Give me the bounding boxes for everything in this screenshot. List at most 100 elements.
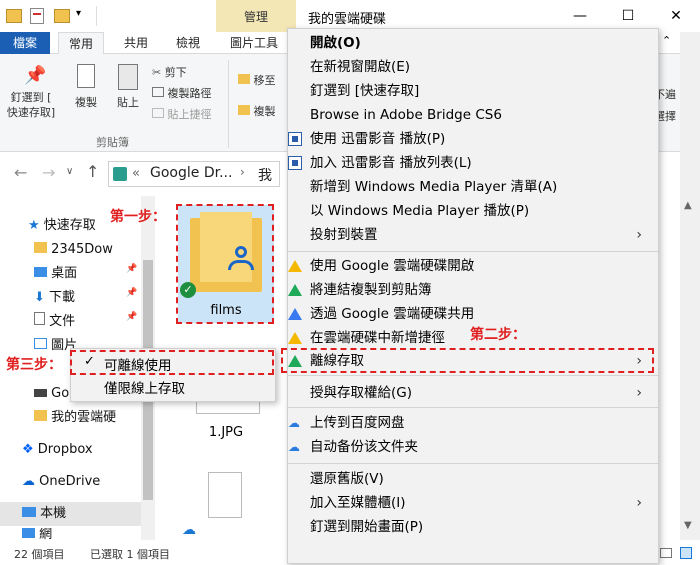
manage-contextual-tab[interactable]: 管理 bbox=[216, 0, 296, 32]
nav-this-pc[interactable]: 本機 bbox=[0, 502, 141, 526]
quick-access-dropdown-icon[interactable]: ▾ bbox=[76, 8, 81, 19]
menu-pin-quick-access[interactable]: 釘選到 [快速存取] bbox=[288, 79, 658, 103]
step2-annotation: 第二步： bbox=[470, 327, 526, 343]
file-name-1jpg[interactable]: 1.JPG bbox=[178, 425, 274, 440]
paste-shortcut-icon bbox=[152, 108, 164, 118]
folder-icon bbox=[34, 242, 47, 253]
paste-button[interactable]: 貼上 bbox=[110, 62, 146, 122]
divider bbox=[96, 6, 97, 26]
content-scrollbar[interactable] bbox=[680, 32, 700, 540]
menu-share-google-drive[interactable]: 透過 Google 雲端硬碟共用 bbox=[288, 302, 658, 326]
ribbon-divider bbox=[228, 60, 229, 148]
large-icons-view-icon[interactable] bbox=[680, 547, 692, 559]
pin-icon: 📌 bbox=[24, 65, 47, 86]
back-icon[interactable]: ← bbox=[14, 163, 27, 182]
pin-to-quick-access-button[interactable]: 📌 釘選到 [ 快速存取] bbox=[6, 62, 56, 132]
copy-path-icon bbox=[152, 87, 164, 97]
nav-network[interactable]: 網 bbox=[0, 528, 140, 540]
location-icon bbox=[113, 167, 127, 181]
forward-icon[interactable]: → bbox=[42, 163, 55, 182]
menu-restore-previous[interactable]: 還原舊版(V) bbox=[288, 467, 658, 491]
step3-annotation: 第三步： bbox=[6, 357, 62, 373]
window-title: 我的雲端硬碟 bbox=[308, 12, 387, 27]
google-drive-icon bbox=[288, 308, 302, 320]
menu-xunlei-playlist[interactable]: 加入 迅雷影音 播放列表(L) bbox=[288, 151, 658, 175]
scroll-down-icon[interactable]: ▼ bbox=[684, 520, 692, 531]
google-drive-icon bbox=[288, 260, 302, 272]
online-only-item[interactable]: 僅限線上存取 bbox=[104, 377, 185, 397]
breadcrumb-google-drive[interactable]: Google Dr... bbox=[150, 165, 232, 181]
baidu-cloud-icon: ☁ bbox=[288, 440, 300, 454]
copy-label: 複製 bbox=[75, 96, 97, 109]
minimize-button[interactable]: — bbox=[570, 6, 590, 26]
move-to-button[interactable]: 移至 bbox=[238, 72, 276, 88]
app-icon bbox=[6, 9, 22, 23]
drive-icon bbox=[34, 389, 47, 397]
tab-share[interactable]: 共用 bbox=[114, 32, 158, 54]
up-icon[interactable]: ↑ bbox=[86, 162, 99, 181]
details-view-icon[interactable] bbox=[660, 548, 672, 558]
menu-copy-link[interactable]: 將連結複製到剪貼簿 bbox=[288, 278, 658, 302]
move-to-icon bbox=[238, 74, 250, 84]
nav-dropbox[interactable]: ❖ Dropbox bbox=[0, 438, 140, 462]
copy-to-button[interactable]: 複製 bbox=[238, 103, 276, 119]
xunlei-icon bbox=[288, 132, 302, 146]
menu-separator bbox=[288, 375, 658, 376]
properties-icon[interactable] bbox=[30, 8, 44, 24]
step2-highlight bbox=[281, 348, 654, 373]
group-clipboard-label: 剪貼簿 bbox=[96, 136, 129, 149]
selected-count: 已選取 1 個項目 bbox=[90, 548, 170, 561]
breadcrumb-my-drive[interactable]: 我 bbox=[258, 165, 272, 185]
maximize-button[interactable]: ☐ bbox=[618, 6, 638, 26]
nav-desktop[interactable]: 桌面 bbox=[0, 262, 140, 286]
menu-add-to-library[interactable]: 加入至媒體櫃(I) › bbox=[288, 491, 658, 515]
copy-button[interactable]: 複製 bbox=[68, 62, 104, 122]
tab-file[interactable]: 檔案 bbox=[0, 32, 50, 54]
menu-auto-backup[interactable]: ☁ 自动备份该文件夹 bbox=[288, 435, 658, 459]
chevron-right-icon: › bbox=[636, 385, 642, 401]
menu-xunlei-play[interactable]: 使用 迅雷影音 播放(P) bbox=[288, 127, 658, 151]
nav-documents[interactable]: 文件 bbox=[0, 310, 140, 334]
chevron-right-icon: › bbox=[636, 495, 642, 511]
nav-2345downloads[interactable]: 2345Dow bbox=[0, 238, 140, 262]
menu-separator bbox=[288, 407, 658, 408]
document-icon bbox=[34, 312, 45, 325]
nav-my-drive[interactable]: 我的雲端硬 bbox=[0, 406, 140, 430]
copy-path-button[interactable]: 複製路徑 bbox=[152, 85, 212, 101]
xunlei-icon bbox=[288, 156, 302, 170]
menu-wmp-play[interactable]: 以 Windows Media Player 播放(P) bbox=[288, 199, 658, 223]
desktop-icon bbox=[34, 267, 47, 277]
step1-annotation: 第一步： bbox=[110, 209, 166, 225]
google-drive-icon bbox=[288, 332, 302, 344]
close-button[interactable]: ✕ bbox=[666, 6, 686, 26]
menu-adobe-bridge[interactable]: Browse in Adobe Bridge CS6 bbox=[288, 103, 658, 127]
dropbox-icon: ❖ bbox=[22, 442, 34, 457]
breadcrumb-overflow[interactable]: « bbox=[132, 166, 140, 181]
nav-downloads[interactable]: ⬇ 下載 bbox=[0, 286, 140, 310]
menu-upload-baidu[interactable]: ☁ 上传到百度网盘 bbox=[288, 411, 658, 435]
nav-onedrive[interactable]: ☁ OneDrive bbox=[0, 470, 140, 494]
menu-open-new-window[interactable]: 在新視窗開啟(E) bbox=[288, 55, 658, 79]
star-icon: ★ bbox=[28, 218, 40, 233]
tab-home[interactable]: 常用 bbox=[58, 32, 105, 55]
menu-pin-to-start[interactable]: 釘選到開始畫面(P) bbox=[288, 515, 658, 539]
cloud-icon: ☁ bbox=[182, 522, 196, 538]
paste-shortcut-button[interactable]: 貼上捷徑 bbox=[152, 106, 212, 122]
menu-open[interactable]: 開啟(O) bbox=[288, 31, 658, 55]
menu-wmp-add-list[interactable]: 新增到 Windows Media Player 清單(A) bbox=[288, 175, 658, 199]
new-folder-icon[interactable] bbox=[54, 9, 70, 23]
menu-cast-to-device[interactable]: 投射到裝置 › bbox=[288, 223, 658, 247]
tab-picture-tools[interactable]: 圖片工具 bbox=[220, 32, 288, 54]
menu-open-google-drive[interactable]: 使用 Google 雲端硬碟開啟 bbox=[288, 254, 658, 278]
cut-button[interactable]: ✂ 剪下 bbox=[152, 64, 187, 80]
context-menu: 開啟(O) 在新視窗開啟(E) 釘選到 [快速存取] Browse in Ado… bbox=[287, 28, 659, 564]
blank-file-icon bbox=[208, 472, 242, 518]
onedrive-icon: ☁ bbox=[22, 474, 35, 489]
step3-highlight bbox=[70, 350, 274, 375]
menu-grant-access[interactable]: 授與存取權給(G) › bbox=[288, 381, 658, 405]
scroll-up-icon[interactable]: ▲ bbox=[684, 200, 692, 211]
tab-view[interactable]: 檢視 bbox=[166, 32, 210, 54]
ribbon-collapse-icon[interactable]: ⌃ bbox=[662, 34, 671, 47]
recent-locations-icon[interactable]: ∨ bbox=[66, 166, 73, 177]
breadcrumb-separator-icon: › bbox=[240, 165, 245, 179]
